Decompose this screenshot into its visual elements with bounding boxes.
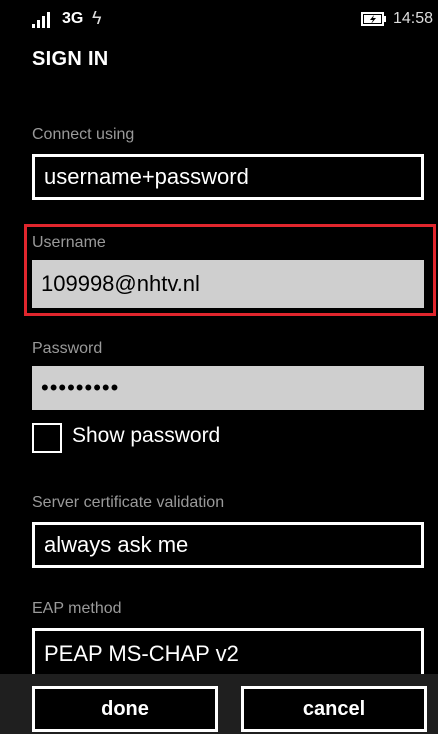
connect-using-label: Connect using [32, 126, 135, 143]
show-password-label[interactable]: Show password [72, 424, 220, 448]
username-field[interactable]: 109998@nhtv.nl [32, 260, 424, 308]
data-sync-icon: ϟ [92, 8, 102, 28]
network-type: 3G [62, 10, 84, 27]
clock: 14:58 [393, 10, 434, 27]
server-cert-label: Server certificate validation [32, 494, 225, 511]
battery-charging-icon [361, 12, 386, 26]
eap-method-picker[interactable]: PEAP MS-CHAP v2 [32, 628, 424, 676]
show-password-checkbox[interactable] [32, 423, 62, 453]
connect-using-picker[interactable]: username+password [32, 154, 424, 200]
signal-strength-icon [32, 12, 50, 28]
password-label: Password [32, 340, 103, 357]
cancel-button[interactable]: cancel [241, 686, 427, 732]
server-cert-picker[interactable]: always ask me [32, 522, 424, 568]
done-button[interactable]: done [32, 686, 218, 732]
page-title: SIGN IN [32, 48, 109, 70]
password-field[interactable]: ••••••••• [32, 366, 424, 410]
status-bar: 3G ϟ 14:58 [0, 0, 438, 44]
eap-method-label: EAP method [32, 600, 122, 617]
username-label: Username [32, 234, 106, 251]
